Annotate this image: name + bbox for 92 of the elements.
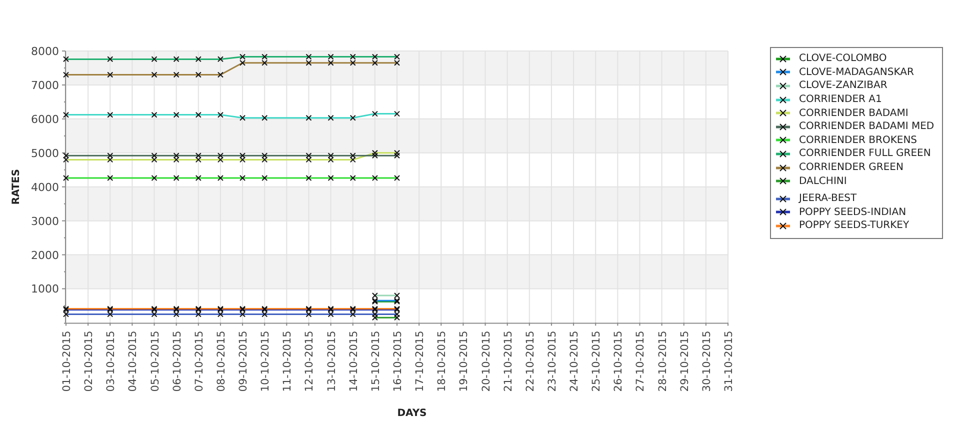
data-point-marker (217, 112, 224, 118)
legend-label: CORRIENDER BROKENS (799, 134, 918, 146)
x-tick-label: 08-10-2015 (215, 330, 228, 392)
x-tick-label: 29-10-2015 (678, 330, 691, 392)
data-point-marker (195, 56, 202, 62)
x-tick-label: 20-10-2015 (480, 330, 492, 392)
x-tick-label: 16-10-2015 (392, 330, 404, 392)
legend-label: CORRIENDER GREEN (799, 162, 904, 174)
legend-label: CORRIENDER BADAMI (799, 108, 908, 119)
data-point-marker (195, 175, 202, 182)
data-point-marker (217, 72, 224, 78)
x-tick-label: 21-10-2015 (502, 330, 514, 392)
x-tick-label: 22-10-2015 (524, 330, 536, 392)
data-point-marker (262, 175, 268, 182)
data-point-marker (107, 112, 114, 118)
y-tick-label: 6000 (31, 112, 59, 126)
data-point-marker (107, 175, 114, 182)
legend-label: DALCHINI (799, 176, 847, 187)
data-point-marker (240, 114, 246, 121)
data-point-marker (173, 56, 180, 62)
legend-label: CLOVE-ZANZIBAR (799, 80, 888, 92)
x-tick-label: 01-10-2015 (61, 330, 73, 392)
data-point-marker (350, 114, 356, 121)
data-point-marker (328, 175, 334, 182)
x-tick-label: 15-10-2015 (370, 330, 382, 392)
x-tick-label: 13-10-2015 (326, 330, 338, 392)
legend-label: POPPY SEEDS-TURKEY (799, 220, 910, 232)
x-tick-label: 11-10-2015 (282, 330, 294, 392)
x-tick-label: 10-10-2015 (260, 330, 272, 392)
data-point-marker (372, 110, 378, 117)
x-tick-label: 19-10-2015 (458, 330, 470, 392)
data-point-marker (328, 114, 334, 121)
y-tick-label: 3000 (31, 214, 59, 228)
legend-label: CORRIENDER FULL GREEN (799, 148, 931, 160)
x-tick-label: 18-10-2015 (436, 330, 448, 392)
x-tick-label: 09-10-2015 (238, 330, 250, 392)
legend-label: CLOVE-MADAGANSKAR (799, 66, 914, 78)
data-point-marker (151, 112, 158, 118)
data-point-marker (350, 175, 356, 182)
x-tick-label: 05-10-2015 (149, 330, 162, 392)
x-tick-label: 04-10-2015 (127, 330, 140, 392)
data-point-marker (173, 72, 180, 78)
y-tick-label: 1000 (31, 282, 59, 296)
y-tick-label: 4000 (31, 180, 59, 194)
y-tick-label: 5000 (31, 146, 59, 160)
data-point-marker (394, 175, 400, 182)
y-tick-label: 8000 (31, 45, 59, 58)
data-point-marker (240, 175, 246, 182)
y-tick-label: 2000 (31, 248, 59, 262)
data-point-marker (195, 72, 202, 78)
x-tick-label: 31-10-2015 (723, 330, 735, 392)
x-tick-label: 23-10-2015 (546, 330, 558, 392)
legend-label: CORRIENDER BADAMI MED (799, 121, 934, 132)
data-point-marker (262, 114, 268, 121)
data-point-marker (151, 56, 158, 62)
x-tick-label: 28-10-2015 (656, 330, 669, 392)
x-tick-label: 06-10-2015 (171, 330, 184, 392)
x-axis-title: DAYS (397, 408, 427, 419)
x-tick-label: 30-10-2015 (700, 330, 713, 392)
data-point-marker (107, 56, 114, 62)
legend-label: CLOVE-COLOMBO (799, 53, 887, 64)
data-point-marker (306, 175, 312, 182)
data-point-marker (372, 175, 378, 182)
data-point-marker (394, 110, 400, 117)
legend-label: JEERA-BEST (799, 193, 857, 204)
data-point-marker (107, 72, 114, 78)
y-tick-label: 7000 (31, 78, 59, 92)
x-tick-label: 25-10-2015 (590, 330, 603, 392)
x-tick-label: 27-10-2015 (634, 330, 647, 392)
data-point-marker (173, 112, 180, 118)
data-point-marker (151, 72, 158, 78)
data-point-marker (63, 72, 69, 78)
data-point-marker (217, 56, 224, 62)
data-point-marker (217, 175, 224, 182)
x-tick-label: 07-10-2015 (193, 330, 206, 392)
data-point-marker (63, 112, 69, 118)
x-tick-label: 14-10-2015 (348, 330, 360, 392)
x-tick-label: 03-10-2015 (105, 330, 118, 392)
legend-label: POPPY SEEDS-INDIAN (799, 206, 906, 218)
x-tick-label: 24-10-2015 (568, 330, 581, 392)
x-tick-label: 17-10-2015 (414, 330, 426, 392)
data-point-marker (151, 175, 158, 182)
legend-label: CORRIENDER A1 (799, 94, 882, 106)
data-point-marker (306, 114, 312, 121)
y-axis-title: RATES (11, 169, 22, 205)
x-tick-label: 12-10-2015 (304, 330, 316, 392)
x-tick-label: 02-10-2015 (83, 330, 96, 392)
data-point-marker (63, 175, 69, 182)
data-point-marker (173, 175, 180, 182)
x-tick-label: 26-10-2015 (612, 330, 625, 392)
data-point-marker (195, 112, 202, 118)
data-point-marker (63, 56, 69, 62)
